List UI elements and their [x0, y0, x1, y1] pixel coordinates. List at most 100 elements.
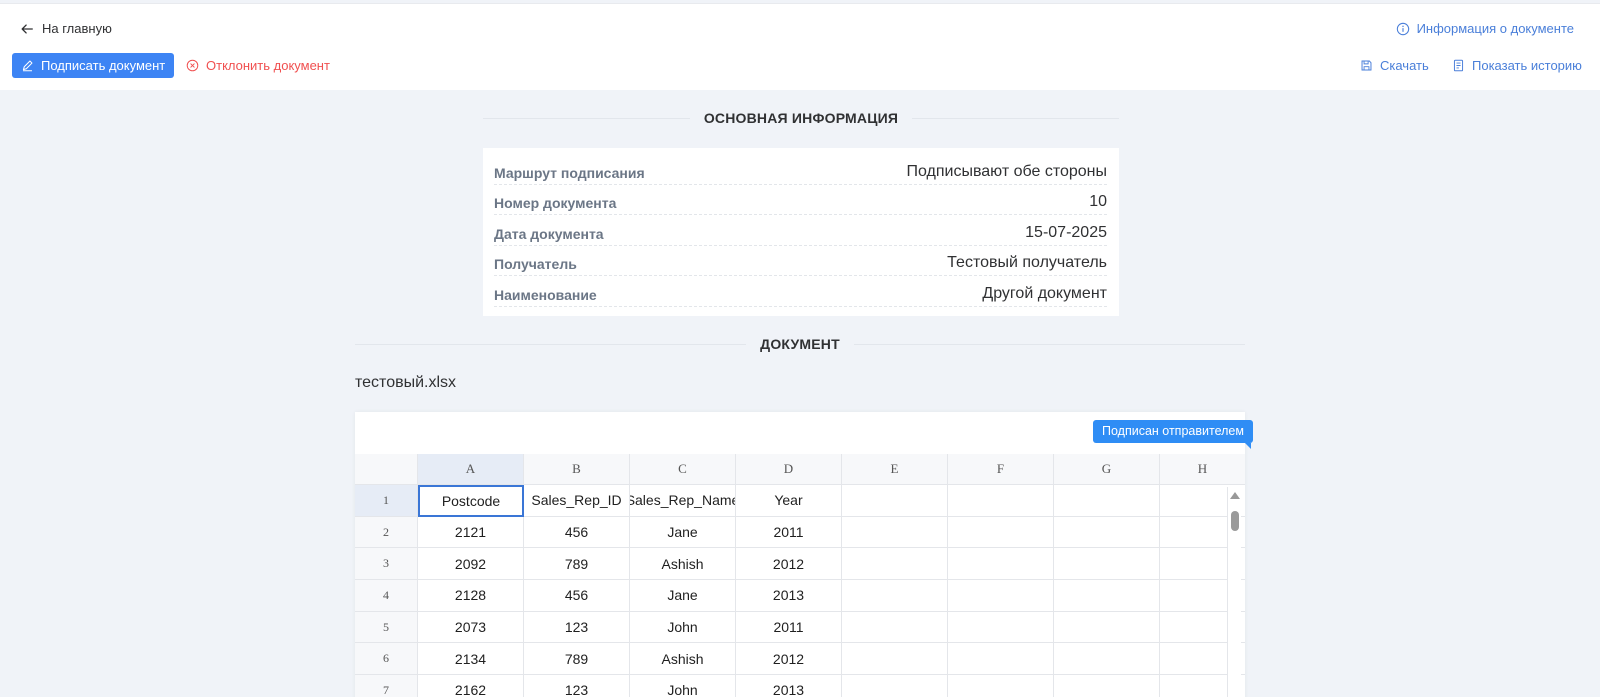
row-header[interactable]: 2	[355, 516, 418, 549]
show-history-button[interactable]: Показать историю	[1452, 53, 1582, 78]
document-filename: тестовый.xlsx	[355, 374, 457, 391]
sheet-cell[interactable]	[948, 516, 1054, 549]
sheet-cell[interactable]: 2134	[418, 643, 524, 676]
document-heading-text: ДОКУМЕНТ	[760, 336, 840, 352]
badge-tail	[1245, 443, 1251, 449]
sheet-cell[interactable]: 2013	[736, 675, 842, 697]
sheet-cell[interactable]	[842, 485, 948, 517]
column-header[interactable]: D	[736, 454, 842, 485]
table-row: 6 2134 789 Ashish 2012	[355, 643, 1245, 676]
table-row: 7 2162 123 John 2013	[355, 675, 1245, 697]
corner-cell[interactable]	[355, 454, 418, 485]
sheet-cell[interactable]	[1054, 643, 1160, 676]
signed-by-sender-badge: Подписан отправителем	[1093, 420, 1253, 443]
pen-icon	[22, 60, 33, 72]
sheet-cell[interactable]	[1054, 611, 1160, 644]
column-header[interactable]: E	[842, 454, 948, 485]
sheet-cell[interactable]	[948, 611, 1054, 644]
back-label: На главную	[42, 21, 112, 36]
show-history-label: Показать историю	[1472, 58, 1582, 73]
vertical-scrollbar[interactable]	[1227, 487, 1241, 697]
info-row-route: Маршрут подписания Подписывают обе сторо…	[494, 154, 1107, 185]
sheet-cell[interactable]: 456	[524, 580, 630, 612]
sheet-cell[interactable]	[842, 516, 948, 549]
spreadsheet-grid: A B C D E F G H 1 Postcode Sales_Rep_ID Sal…	[355, 454, 1245, 697]
column-header[interactable]: H	[1160, 454, 1245, 485]
sheet-cell[interactable]	[948, 485, 1054, 517]
document-list-icon	[1453, 59, 1464, 72]
info-value: Тестовый получатель	[947, 254, 1107, 271]
table-row: 2 2121 456 Jane 2011	[355, 516, 1245, 549]
close-circle-icon	[186, 59, 199, 72]
document-heading: ДОКУМЕНТ	[355, 336, 1246, 352]
main-info-heading-text: ОСНОВНАЯ ИНФОРМАЦИЯ	[703, 110, 899, 126]
sheet-cell[interactable]	[842, 611, 948, 644]
sheet-cell[interactable]	[842, 675, 948, 697]
sheet-cell[interactable]: 2162	[418, 675, 524, 697]
sign-document-button[interactable]: Подписать документ	[12, 53, 175, 78]
sheet-cell[interactable]	[1054, 580, 1160, 612]
scroll-up-arrow-icon[interactable]	[1230, 492, 1240, 499]
column-header[interactable]: F	[948, 454, 1054, 485]
sheet-cell[interactable]: 789	[524, 548, 630, 581]
row-header[interactable]: 7	[355, 675, 418, 697]
sheet-cell[interactable]: 2092	[418, 548, 524, 581]
column-header[interactable]: A	[418, 454, 524, 485]
scroll-thumb[interactable]	[1231, 511, 1239, 531]
sheet-cell[interactable]	[1054, 485, 1160, 517]
sheet-cell[interactable]: Jane	[630, 580, 736, 612]
sheet-cell[interactable]: Ashish	[630, 643, 736, 676]
back-to-home-link[interactable]: На главную	[20, 21, 112, 36]
sheet-cell[interactable]: 2012	[736, 548, 842, 581]
sheet-cell[interactable]: Postcode	[418, 485, 524, 517]
sheet-cell[interactable]: 2121	[418, 516, 524, 549]
row-header[interactable]: 5	[355, 611, 418, 644]
sheet-cell[interactable]: 2073	[418, 611, 524, 644]
document-info-link[interactable]: Информация о документе	[1396, 21, 1574, 36]
info-value: Другой документ	[982, 284, 1107, 302]
reject-document-label: Отклонить документ	[206, 58, 330, 73]
column-header[interactable]: C	[630, 454, 736, 485]
sheet-cell[interactable]	[1054, 516, 1160, 549]
sheet-cell[interactable]: Year	[736, 485, 842, 517]
info-label: Получатель	[494, 256, 577, 272]
top-bar: На главную Информация о документе Подпис…	[0, 3, 1600, 90]
sheet-cell[interactable]: 456	[524, 516, 630, 549]
sheet-cell[interactable]	[1054, 675, 1160, 697]
info-row-date: Дата документа 15-07-2025	[494, 215, 1107, 246]
column-header[interactable]: G	[1054, 454, 1160, 485]
sheet-cell[interactable]: 2011	[736, 611, 842, 644]
sheet-cell[interactable]	[842, 643, 948, 676]
row-header[interactable]: 4	[355, 580, 418, 612]
sheet-cell[interactable]	[842, 548, 948, 581]
sheet-cell[interactable]: Sales_Rep_ID	[524, 485, 630, 517]
sheet-cell[interactable]: John	[630, 611, 736, 644]
reject-document-button[interactable]: Отклонить документ	[186, 53, 330, 78]
sheet-cell[interactable]	[842, 580, 948, 612]
row-header[interactable]: 6	[355, 643, 418, 676]
row-header[interactable]: 1	[355, 485, 418, 517]
sheet-cell[interactable]: 789	[524, 643, 630, 676]
sheet-cell[interactable]: 123	[524, 675, 630, 697]
sheet-cell[interactable]: 2128	[418, 580, 524, 612]
sheet-cell[interactable]: 2013	[736, 580, 842, 612]
sheet-cell[interactable]: Ashish	[630, 548, 736, 581]
sheet-cell[interactable]: 2012	[736, 643, 842, 676]
info-icon	[1396, 22, 1409, 35]
row-header[interactable]: 3	[355, 548, 418, 581]
sheet-cell[interactable]	[948, 643, 1054, 676]
sheet-cell[interactable]	[948, 548, 1054, 581]
info-label: Номер документа	[494, 195, 617, 211]
sheet-cell[interactable]	[1054, 548, 1160, 581]
sheet-cell[interactable]: Jane	[630, 516, 736, 549]
sheet-cell[interactable]	[948, 580, 1054, 612]
info-value: Подписывают обе стороны	[906, 162, 1107, 180]
main-info-heading: ОСНОВНАЯ ИНФОРМАЦИЯ	[483, 110, 1119, 126]
column-header[interactable]: B	[524, 454, 630, 485]
sheet-cell[interactable]: 2011	[736, 516, 842, 549]
sheet-cell[interactable]: John	[630, 675, 736, 697]
sheet-cell[interactable]: 123	[524, 611, 630, 644]
sheet-cell[interactable]	[948, 675, 1054, 697]
download-button[interactable]: Скачать	[1360, 53, 1429, 78]
sheet-cell[interactable]: Sales_Rep_Name	[630, 485, 736, 517]
